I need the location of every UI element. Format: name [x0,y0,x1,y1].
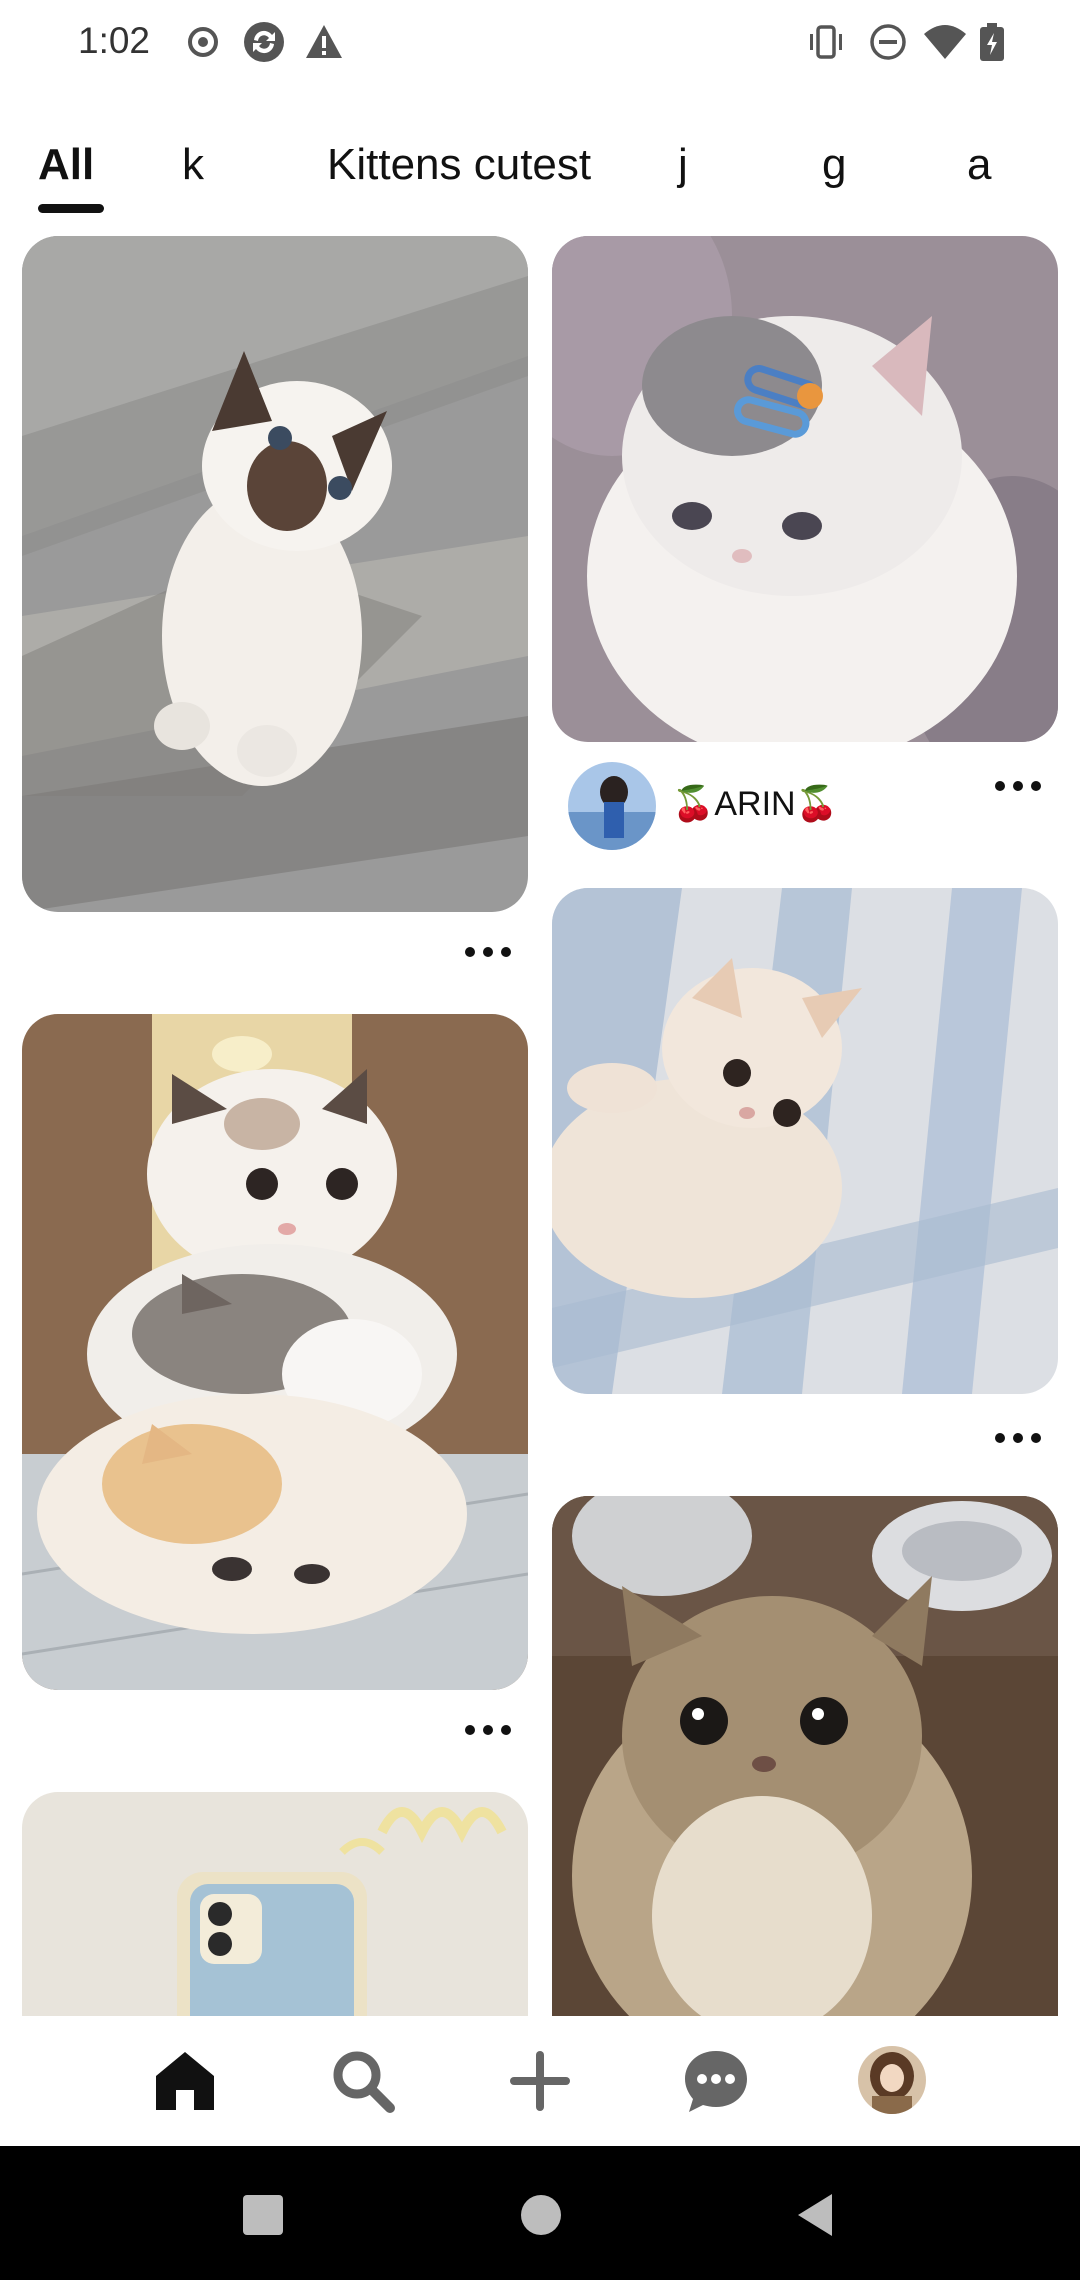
tab-all[interactable]: All [38,140,94,190]
tab-k[interactable]: k [182,140,204,190]
pin-more-button[interactable] [465,942,515,962]
bottom-navigation [0,2016,1080,2146]
pin-image-phone-case[interactable] [22,1792,528,2016]
messages-icon[interactable] [681,2046,751,2116]
tab-g[interactable]: g [822,140,846,190]
pin-author-name[interactable]: 🍒ARIN🍒 [672,784,838,824]
pin-author-avatar[interactable] [568,762,656,850]
pin-more-button[interactable] [995,776,1045,796]
profile-avatar[interactable] [858,2046,926,2114]
back-button[interactable] [796,2192,836,2238]
record-icon [183,22,223,62]
create-icon[interactable] [505,2046,575,2116]
pin-feed[interactable]: 🍒ARIN🍒 [0,236,1080,2016]
tab-kittens-cutest[interactable]: Kittens cutest [327,140,591,190]
recents-button[interactable] [243,2195,283,2235]
pin-image-persian-kitten[interactable] [552,1496,1058,2016]
system-navigation-bar [0,2146,1080,2280]
warning-icon [304,22,344,62]
pin-more-button[interactable] [465,1720,515,1740]
status-bar: 1:02 [0,0,1080,90]
pin-image-ragdoll-kitten[interactable] [22,236,528,912]
tab-a[interactable]: a [967,140,991,190]
board-tabs: All k Kittens cutest j g a [0,140,1080,220]
vibrate-icon [806,22,846,62]
tab-j[interactable]: j [678,140,688,190]
pin-more-button[interactable] [995,1428,1045,1448]
sync-icon [242,20,286,64]
dnd-icon [868,22,908,62]
pin-image-cream-kitten-blanket[interactable] [552,888,1058,1394]
wifi-icon [922,22,968,62]
pin-image-kitten-hair-clips[interactable] [552,236,1058,742]
pin-image-stacked-cats[interactable] [22,1014,528,1690]
battery-icon [978,22,1006,62]
search-icon[interactable] [328,2046,398,2116]
tab-selected-indicator [38,204,104,213]
home-button[interactable] [521,2195,561,2235]
home-icon[interactable] [150,2046,220,2116]
status-time: 1:02 [78,20,151,61]
